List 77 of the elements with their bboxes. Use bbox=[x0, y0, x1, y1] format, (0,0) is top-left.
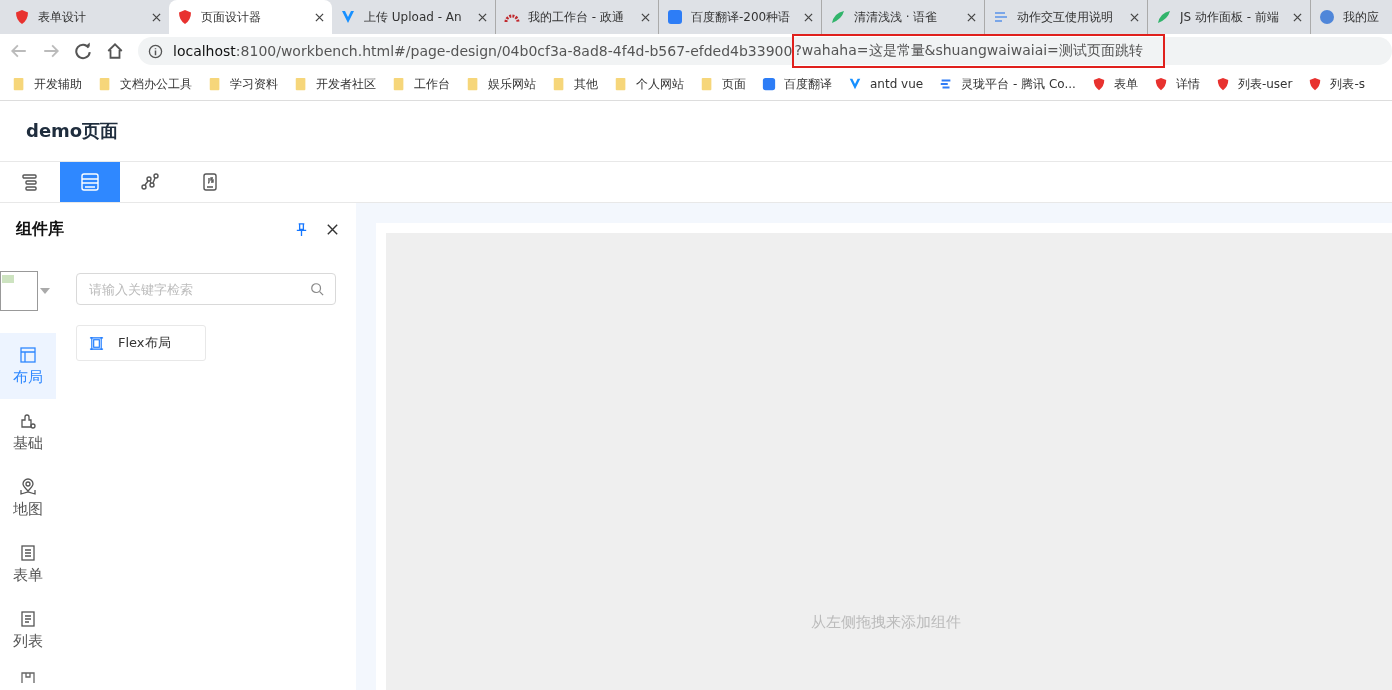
shield-icon bbox=[1215, 77, 1230, 91]
bookmark[interactable]: 开发辅助 bbox=[12, 75, 82, 93]
close-icon[interactable] bbox=[1293, 12, 1302, 22]
bookmark[interactable]: 个人网站 bbox=[614, 75, 684, 93]
bookmark[interactable]: 娱乐网站 bbox=[466, 75, 536, 93]
browser-tab[interactable]: 表单设计 bbox=[6, 0, 169, 34]
bookmark[interactable]: 列表-user bbox=[1215, 75, 1293, 93]
bookmark[interactable]: 详情 bbox=[1153, 75, 1200, 93]
bookmark[interactable]: 百度翻译 bbox=[762, 75, 832, 93]
shield-icon bbox=[14, 9, 30, 25]
component-item[interactable]: Flex布局 bbox=[76, 325, 206, 361]
category-tab[interactable]: 地图 bbox=[0, 465, 56, 531]
close-icon[interactable] bbox=[804, 12, 813, 22]
home-icon[interactable] bbox=[106, 42, 124, 60]
category-tab[interactable]: 基础 bbox=[0, 399, 56, 465]
highlighted-url-query: ?wahaha=这是常量&shuangwaiwaiai=测试页面跳转 bbox=[792, 34, 1165, 68]
bookmark[interactable]: 开发者社区 bbox=[294, 75, 376, 93]
close-icon[interactable] bbox=[1130, 12, 1139, 22]
layout-tab[interactable] bbox=[60, 162, 120, 202]
folder-icon bbox=[392, 77, 406, 91]
folder-icon bbox=[294, 77, 308, 91]
pin-icon[interactable] bbox=[294, 221, 309, 237]
form-icon bbox=[19, 543, 37, 562]
bookmark[interactable]: 列表-s bbox=[1308, 75, 1366, 93]
panel-title: 组件库 bbox=[16, 218, 65, 240]
folder-icon bbox=[614, 77, 628, 91]
puzzle-icon bbox=[19, 411, 37, 430]
reload-icon[interactable] bbox=[74, 42, 92, 60]
stack-icon bbox=[20, 172, 40, 192]
close-icon[interactable] bbox=[152, 12, 161, 22]
category-tab[interactable]: 表单 bbox=[0, 531, 56, 597]
v-logo-icon bbox=[848, 77, 862, 91]
translate-icon bbox=[667, 9, 683, 25]
folder-icon bbox=[466, 77, 480, 91]
browser-tab[interactable]: 页面设计器 bbox=[169, 0, 332, 34]
folder-icon bbox=[208, 77, 222, 91]
bookmark[interactable]: 文档办公工具 bbox=[98, 75, 192, 93]
shield-icon bbox=[177, 9, 193, 25]
bookmark[interactable]: 其他 bbox=[552, 75, 598, 93]
bookmark[interactable]: 学习资料 bbox=[208, 75, 278, 93]
close-icon[interactable] bbox=[967, 12, 976, 22]
close-icon[interactable] bbox=[478, 12, 487, 22]
shield-icon bbox=[1308, 77, 1323, 91]
globe-icon bbox=[1319, 9, 1335, 25]
bookmark[interactable]: 灵珑平台 - 腾讯 Co... bbox=[939, 75, 1076, 93]
close-icon[interactable] bbox=[315, 12, 324, 22]
bookmark[interactable]: 表单 bbox=[1091, 75, 1138, 93]
broken-image-icon[interactable] bbox=[0, 271, 38, 311]
close-icon[interactable] bbox=[641, 12, 650, 22]
v-logo-icon bbox=[340, 9, 356, 25]
shield-icon bbox=[1091, 77, 1106, 91]
page-title: demo页面 bbox=[26, 119, 119, 143]
search-icon[interactable] bbox=[310, 282, 324, 296]
search-field[interactable]: 请输入关键字检索 bbox=[76, 273, 336, 305]
script-icon bbox=[200, 172, 220, 192]
bookmark[interactable]: 工作台 bbox=[392, 75, 450, 93]
nodes-icon bbox=[140, 172, 160, 192]
folder-icon bbox=[98, 77, 112, 91]
layout-icon bbox=[19, 345, 37, 364]
panel-icon bbox=[80, 172, 100, 192]
list-icon bbox=[19, 609, 37, 628]
translate-icon bbox=[762, 77, 776, 91]
address-bar[interactable]: localhost:8100/workbench.html#/page-design/04b0cf3a-8ad8-4f4d-b567-efded4b33900?wahaha=这是常量&shuangwaiwaiai=测试页面跳转 bbox=[138, 37, 1392, 65]
folder-icon bbox=[700, 77, 714, 91]
folder-icon bbox=[12, 77, 26, 91]
browser-tab[interactable]: 动作交互使用说明 bbox=[984, 0, 1147, 34]
bookmark[interactable]: 页面 bbox=[700, 75, 746, 93]
url-text: localhost:8100/workbench.html#/page-design/04b0cf3a-8ad8-4f4d-b567-efded4b33900 bbox=[173, 43, 793, 59]
shield-icon bbox=[1153, 77, 1168, 91]
browser-tab[interactable]: 清清浅浅 · 语雀 bbox=[821, 0, 984, 34]
bookmark[interactable]: antd vue bbox=[848, 77, 924, 91]
browser-tab[interactable]: 上传 Upload - An bbox=[332, 0, 495, 34]
map-pin-icon bbox=[19, 477, 37, 496]
flex-layout-icon bbox=[89, 335, 104, 351]
category-tab[interactable]: 列表 bbox=[0, 597, 56, 663]
info-icon bbox=[148, 43, 163, 59]
folder-icon bbox=[552, 77, 566, 91]
